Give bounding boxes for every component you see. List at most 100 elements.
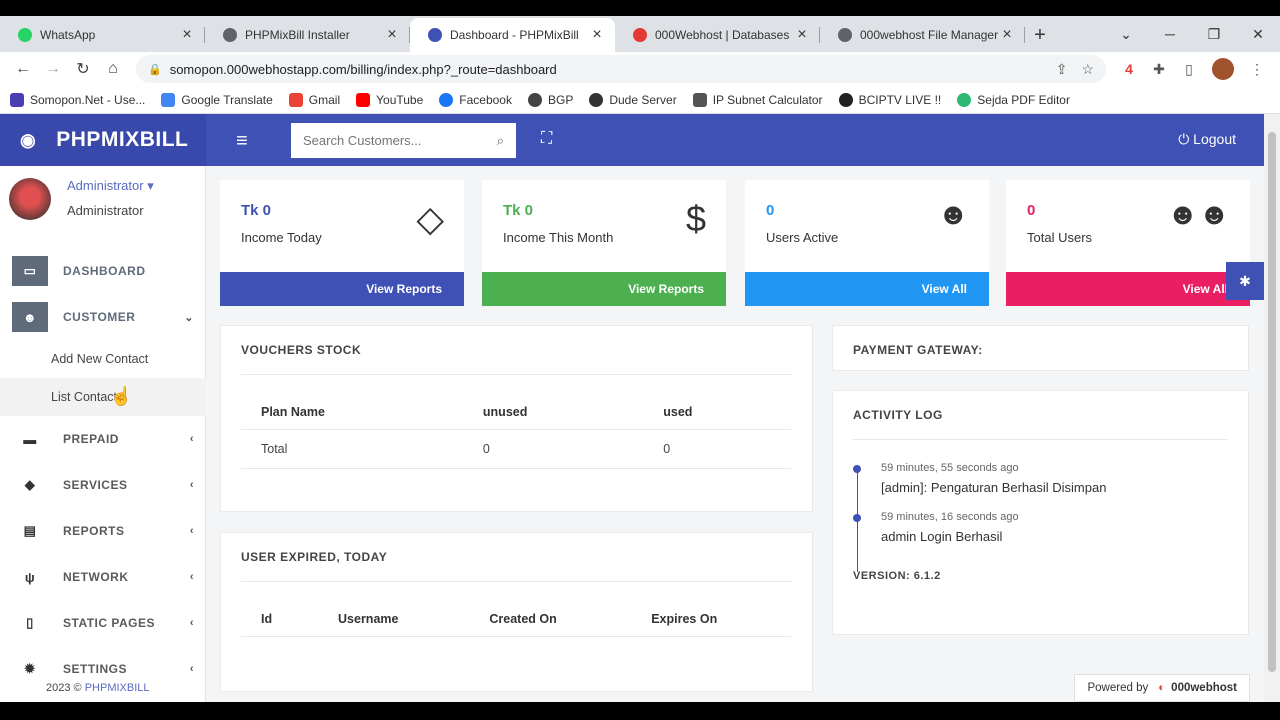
extensions-puzzle-icon[interactable]: ✚ bbox=[1144, 61, 1174, 78]
000webhost-icon bbox=[633, 28, 647, 42]
bookmark-bciptv[interactable]: BCIPTV LIVE !! bbox=[838, 92, 941, 107]
sejda-icon bbox=[957, 92, 972, 107]
profile-avatar[interactable] bbox=[1212, 58, 1234, 80]
tab-phpmixbill-installer[interactable]: PHPMixBill Installer × bbox=[205, 18, 410, 52]
tab-strip: WhatsApp × PHPMixBill Installer × Dashbo… bbox=[0, 16, 1280, 52]
logout-button[interactable]: ⏻ Logout bbox=[1178, 131, 1236, 148]
copyright-link[interactable]: PHPMIXBILL bbox=[85, 682, 150, 694]
sidebar-item-prepaid[interactable]: ▬ PREPAID ‹ bbox=[0, 416, 206, 462]
page-scrollbar[interactable] bbox=[1264, 114, 1280, 702]
main-content: Tk 0 Income Today ◇ View Reports Tk 0 In… bbox=[206, 166, 1264, 702]
tab-title: 000webhost File Manager bbox=[860, 28, 999, 42]
bookmark-sejda[interactable]: Sejda PDF Editor bbox=[957, 92, 1070, 107]
close-tab-icon[interactable]: × bbox=[589, 26, 605, 44]
sidebar-item-services[interactable]: ◆ SERVICES ‹ bbox=[0, 462, 206, 508]
view-reports-button[interactable]: View Reports bbox=[220, 272, 464, 306]
extension-icon[interactable]: 4 bbox=[1114, 61, 1144, 77]
tab-search-icon[interactable]: ⌄ bbox=[1104, 26, 1148, 43]
sidebar-item-add-new-contact[interactable]: Add New Contact bbox=[0, 340, 206, 378]
user-dropdown[interactable]: Administrator ▾ bbox=[67, 178, 154, 194]
timeline-item: 59 minutes, 16 seconds ago admin Login B… bbox=[853, 511, 1228, 544]
table-header-row: Id Username Created On Expires On bbox=[241, 602, 791, 637]
tab-dashboard[interactable]: Dashboard - PHPMixBill × bbox=[410, 18, 615, 52]
facebook-icon bbox=[439, 92, 454, 107]
close-tab-icon[interactable]: × bbox=[384, 26, 400, 44]
chevron-left-icon: ‹ bbox=[189, 479, 194, 491]
fullscreen-icon[interactable]: ⛶ bbox=[541, 130, 552, 148]
view-all-button[interactable]: View All bbox=[1006, 272, 1250, 306]
file-icon: ▯ bbox=[26, 615, 34, 630]
browser-menu-icon[interactable]: ⋮ bbox=[1242, 61, 1272, 78]
search-icon[interactable]: ⌕ bbox=[497, 133, 504, 149]
minimize-icon[interactable]: ─ bbox=[1148, 26, 1192, 42]
bookmark-label: Sejda PDF Editor bbox=[977, 92, 1070, 107]
bookmark-star-icon[interactable]: ☆ bbox=[1081, 61, 1094, 78]
settings-gear-button[interactable]: ✱ bbox=[1226, 262, 1264, 300]
scrollbar-thumb[interactable] bbox=[1268, 132, 1276, 672]
gmail-icon bbox=[288, 92, 303, 107]
tab-title: Dashboard - PHPMixBill bbox=[450, 28, 579, 42]
hand-cursor-icon: ☝ bbox=[110, 386, 133, 406]
reload-icon[interactable]: ↻ bbox=[68, 59, 98, 79]
view-all-button[interactable]: View All bbox=[745, 272, 989, 306]
close-tab-icon[interactable]: × bbox=[999, 26, 1015, 44]
card-value: Tk 0 bbox=[503, 202, 534, 219]
back-icon[interactable]: ← bbox=[8, 60, 38, 78]
sidebar-item-label: DASHBOARD bbox=[63, 264, 146, 278]
calculator-icon bbox=[692, 92, 707, 107]
close-tab-icon[interactable]: × bbox=[794, 26, 810, 44]
side-panel-icon[interactable]: ▯ bbox=[1174, 61, 1204, 78]
user-expired-panel: USER EXPIRED, TODAY Id Username Created … bbox=[220, 532, 813, 692]
bookmark-subnet-calculator[interactable]: IP Subnet Calculator bbox=[692, 92, 823, 107]
bookmark-youtube[interactable]: YouTube bbox=[356, 92, 423, 107]
copyright-text: 2023 © bbox=[46, 682, 82, 694]
home-icon[interactable]: ⌂ bbox=[98, 60, 128, 78]
power-icon: ⏻ bbox=[1178, 131, 1190, 147]
search-input[interactable] bbox=[303, 133, 497, 148]
users-icon: ☻☻ bbox=[1166, 198, 1230, 231]
youtube-icon bbox=[356, 92, 371, 107]
bookmark-dude-server[interactable]: Dude Server bbox=[589, 92, 677, 107]
sidebar-item-static-pages[interactable]: ▯ STATIC PAGES ‹ bbox=[0, 600, 206, 646]
chevron-left-icon: ‹ bbox=[189, 433, 194, 445]
tab-000webhost-databases[interactable]: 000Webhost | Databases × bbox=[615, 18, 820, 52]
tag-icon: ◇ bbox=[416, 198, 444, 239]
sidebar-item-list-contact[interactable]: List Contact bbox=[0, 378, 206, 416]
view-reports-button[interactable]: View Reports bbox=[482, 272, 726, 306]
caret-down-icon: ▾ bbox=[147, 178, 154, 193]
card-label: Income Today bbox=[241, 230, 322, 245]
bookmark-google-translate[interactable]: Google Translate bbox=[161, 92, 273, 107]
column-header: Expires On bbox=[631, 602, 791, 637]
sidebar-item-reports[interactable]: ▤ REPORTS ‹ bbox=[0, 508, 206, 554]
close-tab-icon[interactable]: × bbox=[179, 26, 195, 44]
brand-logo[interactable]: ◉ PHPMIXBILL bbox=[0, 114, 206, 166]
bookmark-gmail[interactable]: Gmail bbox=[288, 92, 340, 107]
powered-by-text: Powered by bbox=[1087, 682, 1149, 694]
sidebar-item-customer[interactable]: ☻ CUSTOMER ⌄ bbox=[0, 294, 206, 340]
bookmark-facebook[interactable]: Facebook bbox=[439, 92, 512, 107]
bookmark-bgp[interactable]: BGP bbox=[527, 92, 573, 107]
tab-whatsapp[interactable]: WhatsApp × bbox=[0, 18, 205, 52]
new-tab-button[interactable]: + bbox=[1025, 18, 1055, 52]
url-field[interactable]: 🔒 somopon.000webhostapp.com/billing/inde… bbox=[136, 55, 1106, 83]
panel-title: PAYMENT GATEWAY: bbox=[853, 343, 983, 357]
credit-card-icon: ▬ bbox=[23, 431, 37, 447]
close-window-icon[interactable]: ✕ bbox=[1236, 26, 1280, 43]
sidebar-item-dashboard[interactable]: ▭ DASHBOARD bbox=[0, 248, 206, 294]
dude-server-icon bbox=[589, 92, 604, 107]
forward-icon[interactable]: → bbox=[38, 60, 68, 78]
powered-by-badge[interactable]: Powered by ◐ 000webhost bbox=[1074, 674, 1250, 702]
window-controls: ⌄ ─ ❐ ✕ bbox=[1104, 16, 1280, 52]
logout-label: Logout bbox=[1193, 131, 1236, 147]
card-label: Users Active bbox=[766, 230, 839, 245]
tab-file-manager[interactable]: 000webhost File Manager × bbox=[820, 18, 1025, 52]
hamburger-menu-icon[interactable]: ≡ bbox=[236, 130, 248, 153]
restore-icon[interactable]: ❐ bbox=[1192, 26, 1236, 43]
income-today-card: Tk 0 Income Today ◇ View Reports bbox=[220, 180, 464, 306]
clipboard-icon: ▤ bbox=[23, 523, 37, 538]
share-icon[interactable]: ⇪ bbox=[1056, 61, 1068, 78]
sidebar-item-label: REPORTS bbox=[63, 524, 125, 538]
sidebar-item-network[interactable]: ψ NETWORK ‹ bbox=[0, 554, 206, 600]
bookmark-somopon[interactable]: Somopon.Net - Use... bbox=[10, 92, 145, 107]
column-header: Id bbox=[241, 602, 319, 637]
